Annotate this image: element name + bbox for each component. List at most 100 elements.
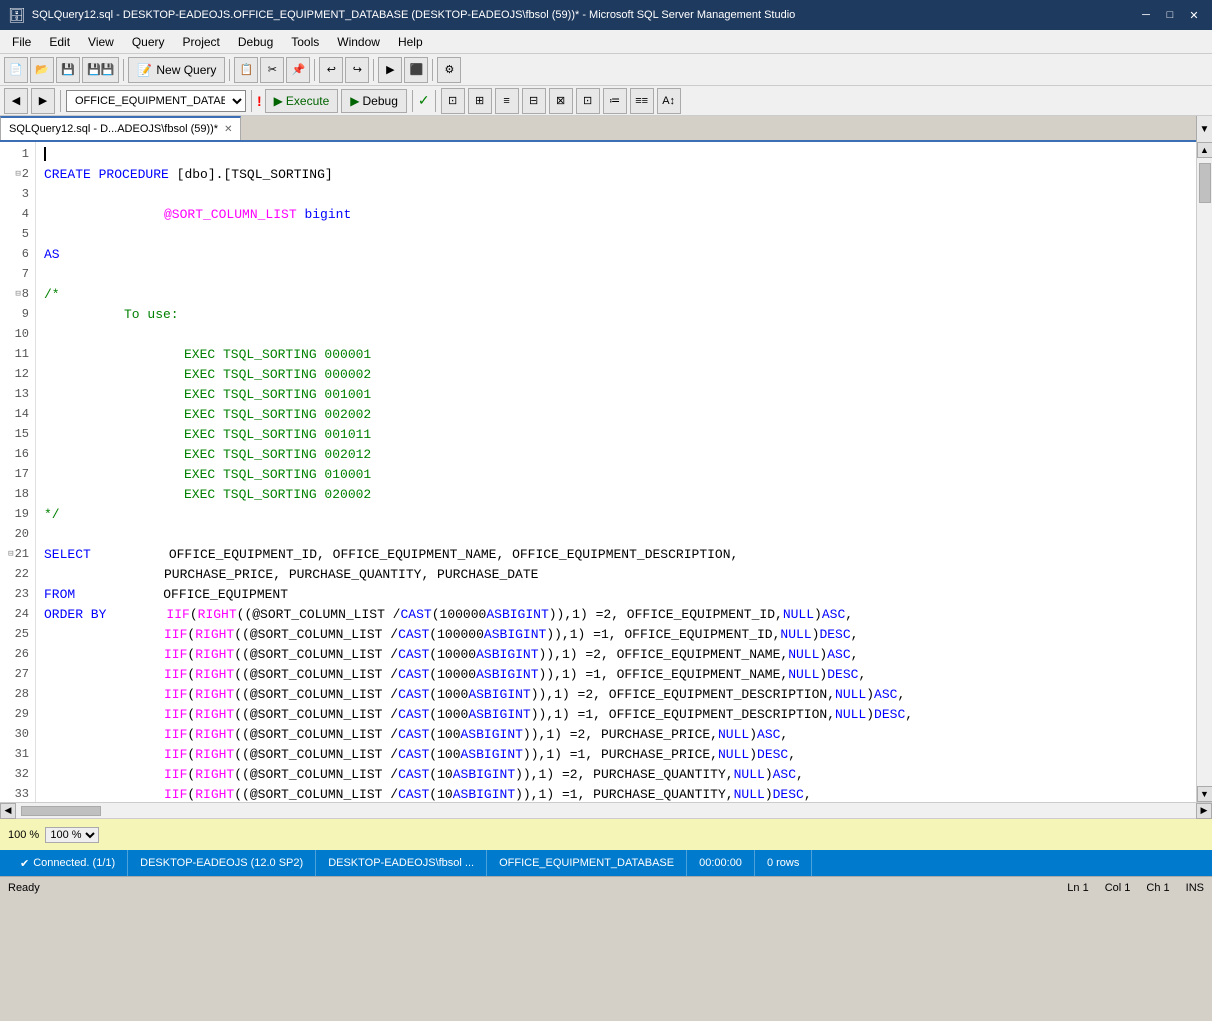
redo-btn[interactable]: ↪ <box>345 57 369 83</box>
vertical-scrollbar[interactable]: ▲ ▼ <box>1196 142 1212 802</box>
t4[interactable]: ⊟ <box>522 88 546 114</box>
menu-tools[interactable]: Tools <box>283 33 327 51</box>
execute-button[interactable]: ▶ Execute <box>265 89 339 113</box>
t2[interactable]: ⊞ <box>468 88 492 114</box>
t6[interactable]: ⊡ <box>576 88 600 114</box>
stop-btn[interactable]: ⬛ <box>404 57 428 83</box>
t9[interactable]: A↕ <box>657 88 681 114</box>
h-scroll-track[interactable] <box>16 805 1196 817</box>
connection-icon: ✔ <box>20 857 29 870</box>
menu-window[interactable]: Window <box>329 33 388 51</box>
query-tab[interactable]: SQLQuery12.sql - D...ADEOJS\fbsol (59))*… <box>0 116 241 140</box>
menu-edit[interactable]: Edit <box>41 33 78 51</box>
new-query-label: New Query <box>156 63 216 77</box>
t5[interactable]: ⊠ <box>549 88 573 114</box>
new-query-icon: 📝 <box>137 63 152 77</box>
line-num-25: 25 <box>0 624 35 644</box>
line-num-32: 32 <box>0 764 35 784</box>
scroll-down-btn[interactable]: ▼ <box>1197 786 1212 802</box>
code-line-15: EXEC TSQL_SORTING 001011 <box>44 424 1188 444</box>
app-icon: 🗄 <box>8 7 26 24</box>
zoom-select[interactable]: 100 % <box>45 827 99 843</box>
horizontal-scrollbar[interactable]: ◀ ▶ <box>0 802 1212 818</box>
t7[interactable]: ≔ <box>603 88 627 114</box>
database-selector[interactable]: OFFICE_EQUIPMENT_DATAB... <box>66 90 246 112</box>
code-line-26: IIF(RIGHT((@SORT_COLUMN_LIST / CAST(1000… <box>44 644 1188 664</box>
code-editor[interactable]: CREATE PROCEDURE [dbo].[TSQL_SORTING] @S… <box>36 142 1196 802</box>
menu-query[interactable]: Query <box>124 33 173 51</box>
query-toolbar: ◀ ▶ OFFICE_EQUIPMENT_DATAB... ! ▶ Execut… <box>0 86 1212 116</box>
scroll-left-btn[interactable]: ◀ <box>0 803 16 819</box>
line-num-14: 14 <box>0 404 35 424</box>
line-num-17: 17 <box>0 464 35 484</box>
line-num-28: 28 <box>0 684 35 704</box>
code-line-29: IIF(RIGHT((@SORT_COLUMN_LIST / CAST(1000… <box>44 704 1188 724</box>
t3[interactable]: ≡ <box>495 88 519 114</box>
debug-icon: ▶ <box>350 94 359 108</box>
line-num-5: 5 <box>0 224 35 244</box>
code-line-23: FROMOFFICE_EQUIPMENT <box>44 584 1188 604</box>
code-line-27: IIF(RIGHT((@SORT_COLUMN_LIST / CAST(1000… <box>44 664 1188 684</box>
scroll-up-btn[interactable]: ▲ <box>1197 142 1212 158</box>
menu-project[interactable]: Project <box>175 33 228 51</box>
debug-button[interactable]: ▶ Debug <box>341 89 407 113</box>
scroll-track[interactable] <box>1198 158 1212 786</box>
back-btn[interactable]: ◀ <box>4 88 28 114</box>
options-btn[interactable]: ⚙ <box>437 57 461 83</box>
parse-label: ✓ <box>418 92 430 109</box>
code-line-8: /* <box>44 284 1188 304</box>
code-line-22: PURCHASE_PRICE, PURCHASE_QUANTITY, PURCH… <box>44 564 1188 584</box>
menu-view[interactable]: View <box>80 33 122 51</box>
menu-bar: File Edit View Query Project Debug Tools… <box>0 30 1212 54</box>
code-line-7 <box>44 264 1188 284</box>
ins-info: INS <box>1186 882 1204 894</box>
open-btn[interactable]: 📂 <box>30 57 54 83</box>
menu-file[interactable]: File <box>4 33 39 51</box>
h-scroll-thumb[interactable] <box>21 806 101 816</box>
code-line-24: ORDER BY IIF(RIGHT((@SORT_COLUMN_LIST / … <box>44 604 1188 624</box>
rows-label: 0 rows <box>767 857 799 869</box>
t8[interactable]: ≡≡ <box>630 88 654 114</box>
ln-info: Ln 1 <box>1067 882 1088 894</box>
ch-info: Ch 1 <box>1146 882 1169 894</box>
new-query-button[interactable]: 📝 New Query <box>128 57 225 83</box>
close-button[interactable]: ✕ <box>1184 7 1204 23</box>
maximize-button[interactable]: □ <box>1160 7 1180 23</box>
paste-btn[interactable]: 📌 <box>286 57 310 83</box>
undo-btn[interactable]: ↩ <box>319 57 343 83</box>
line-num-13: 13 <box>0 384 35 404</box>
code-line-11: EXEC TSQL_SORTING 000001 <box>44 344 1188 364</box>
info-bar: 100 % 100 % <box>0 818 1212 850</box>
code-line-17: EXEC TSQL_SORTING 010001 <box>44 464 1188 484</box>
fwd-btn[interactable]: ▶ <box>31 88 55 114</box>
cursor-info: Ln 1 Col 1 Ch 1 INS <box>1067 882 1204 894</box>
code-line-1 <box>44 144 1188 164</box>
save-btn[interactable]: 💾 <box>56 57 80 83</box>
t1[interactable]: ⊡ <box>441 88 465 114</box>
run-btn[interactable]: ▶ <box>378 57 402 83</box>
scroll-thumb[interactable] <box>1199 163 1211 203</box>
sep7 <box>251 90 252 112</box>
user-label: DESKTOP-EADEOJS\fbsol ... <box>328 857 474 869</box>
tab-scroll-button[interactable]: ▼ <box>1196 116 1212 142</box>
line-num-18: 18 <box>0 484 35 504</box>
menu-help[interactable]: Help <box>390 33 431 51</box>
line-num-16: 16 <box>0 444 35 464</box>
scroll-right-btn[interactable]: ▶ <box>1196 803 1212 819</box>
line-num-12: 12 <box>0 364 35 384</box>
window-title: SQLQuery12.sql - DESKTOP-EADEOJS.OFFICE_… <box>32 9 796 21</box>
line-num-30: 30 <box>0 724 35 744</box>
menu-debug[interactable]: Debug <box>230 33 281 51</box>
line-num-24: 24 <box>0 604 35 624</box>
sep3 <box>314 59 315 81</box>
cut-btn[interactable]: ✂ <box>260 57 284 83</box>
line-num-7: 7 <box>0 264 35 284</box>
minimize-button[interactable]: ─ <box>1136 7 1156 23</box>
copy-btn[interactable]: 📋 <box>234 57 258 83</box>
line-num-29: 29 <box>0 704 35 724</box>
sep4 <box>373 59 374 81</box>
save-all-btn[interactable]: 💾💾 <box>82 57 119 83</box>
tab-close-btn[interactable]: ✕ <box>224 124 232 135</box>
sep9 <box>435 90 436 112</box>
new-file-btn[interactable]: 📄 <box>4 57 28 83</box>
